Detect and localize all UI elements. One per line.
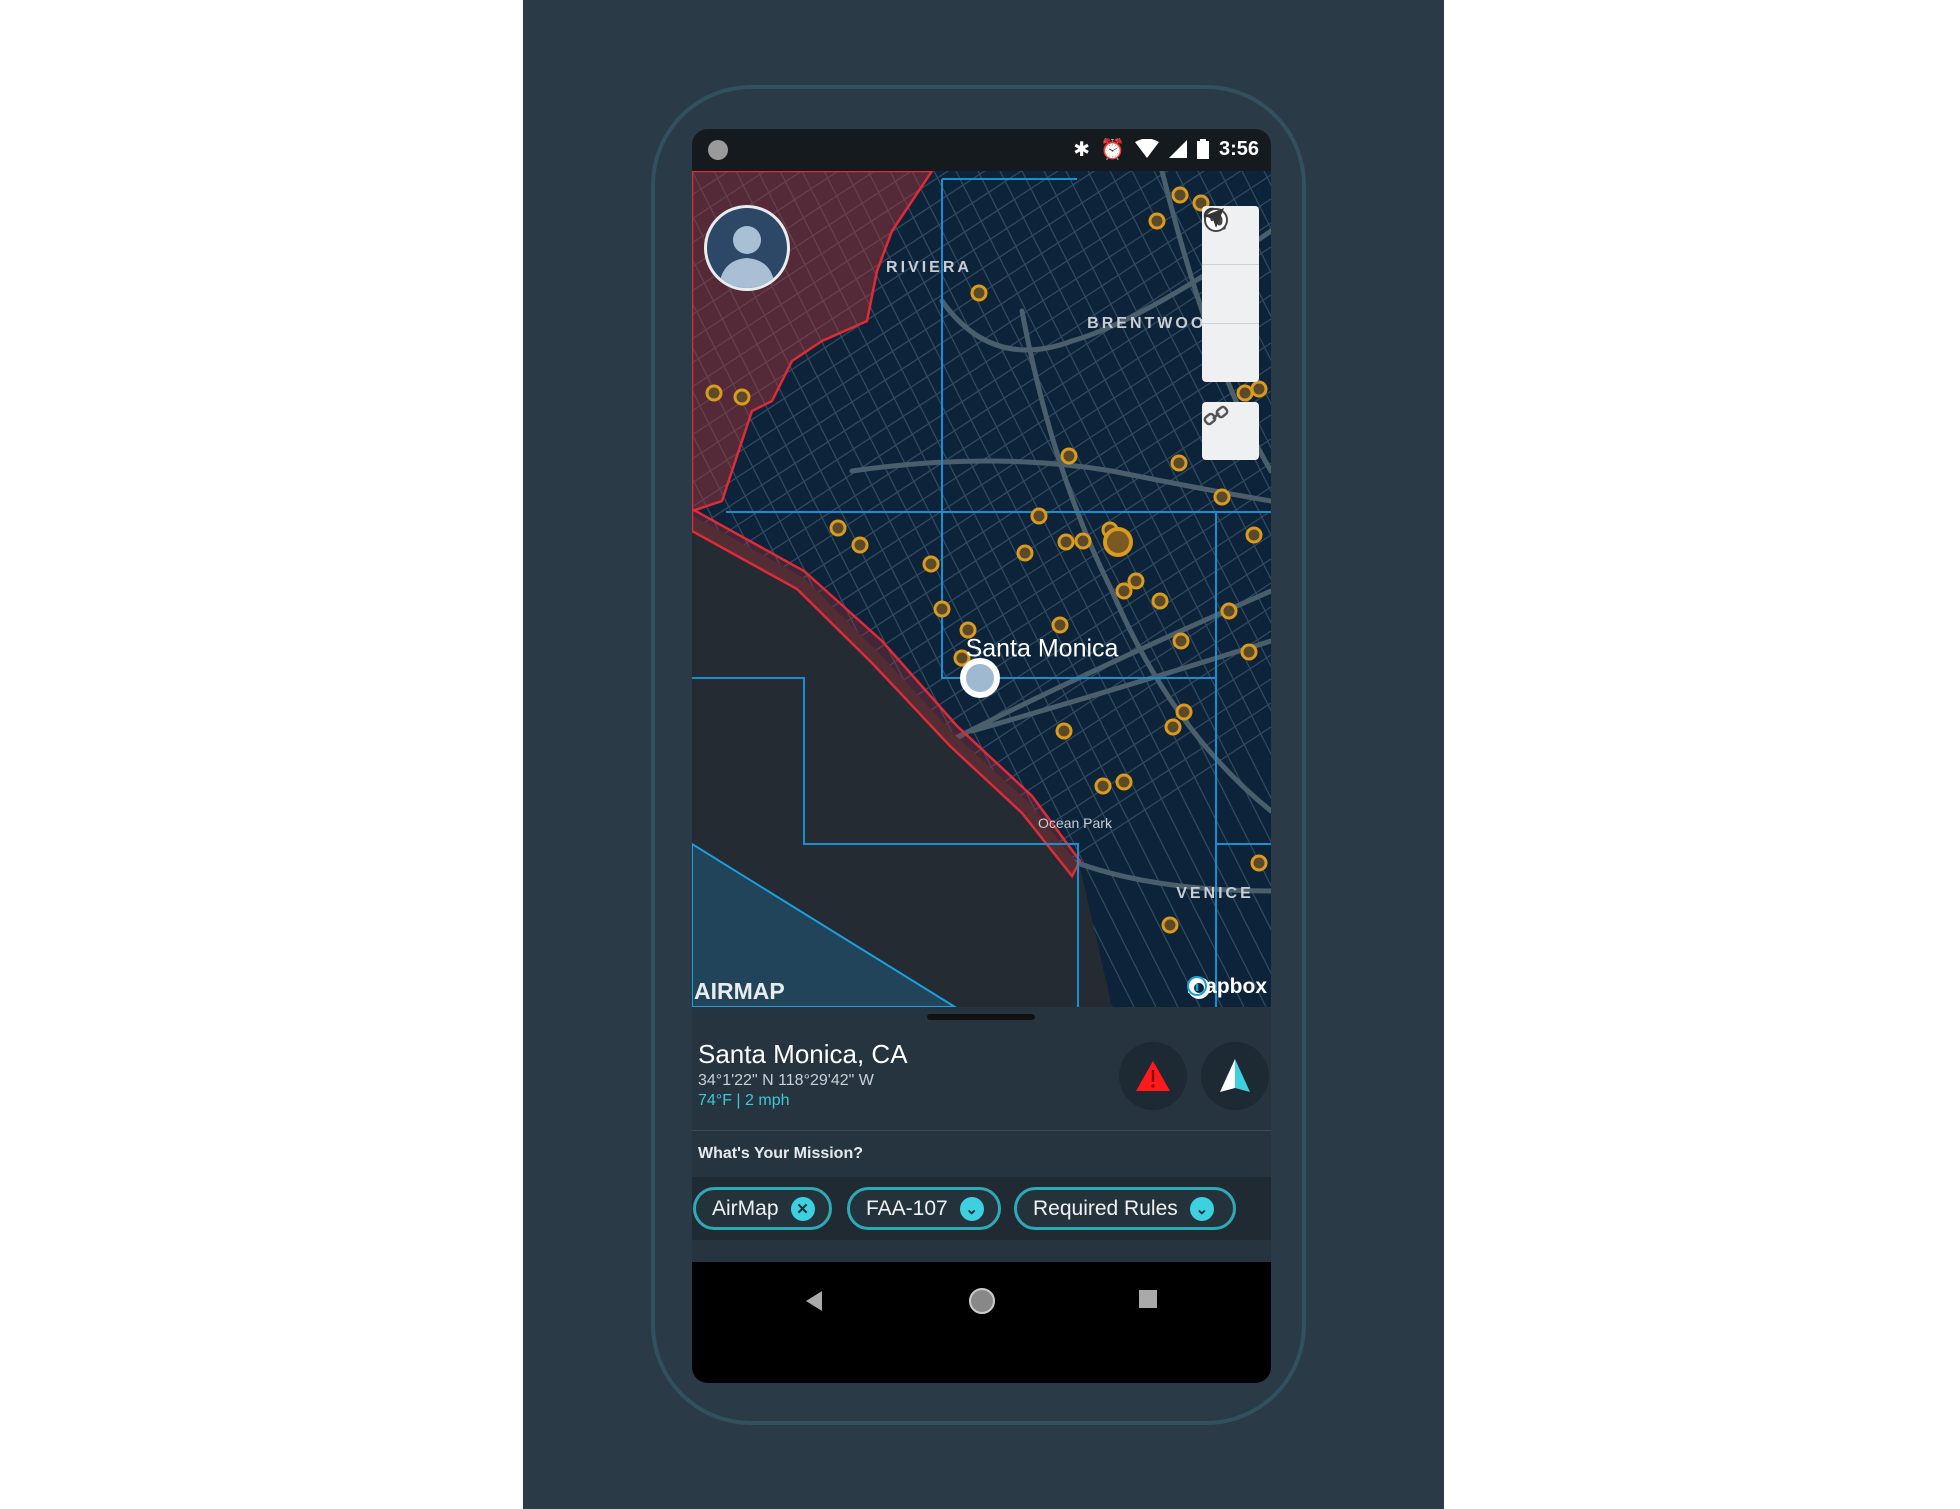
airport-marker [1030, 507, 1048, 525]
airport-marker [733, 388, 751, 406]
map-label-venice: VENICE [1176, 885, 1254, 902]
chip-required-rules[interactable]: Required Rules ⌄ [1014, 1187, 1236, 1230]
location-info: Santa Monica, CA 34°1'22" N 118°29'42" W… [698, 1039, 908, 1110]
airport-marker [933, 600, 951, 618]
wifi-icon [1134, 139, 1159, 158]
user-silhouette-icon [719, 226, 775, 288]
link-icon [1203, 405, 1229, 426]
airport-marker [1175, 703, 1193, 721]
status-bar: ✱ ⏰ 3:56 [692, 129, 1271, 171]
airport-marker [1115, 582, 1133, 600]
map-canvas [692, 171, 1271, 1007]
camera-icon [708, 140, 728, 160]
close-icon[interactable]: ✕ [790, 1196, 815, 1221]
back-icon[interactable] [804, 1290, 824, 1312]
bluetooth-icon: ✱ [1073, 137, 1091, 161]
airport-marker [1250, 854, 1268, 872]
location-arrow-icon [1204, 208, 1224, 228]
ruleset-chips: AirMap ✕ FAA-107 ⌄ Required Rules ⌄ [692, 1177, 1271, 1240]
airport-marker [851, 536, 869, 554]
link-button[interactable] [1202, 402, 1259, 460]
chip-airmap[interactable]: AirMap ✕ [693, 1187, 832, 1230]
paper-plane-icon [1220, 1059, 1250, 1092]
chip-label: Required Rules [1033, 1196, 1178, 1220]
battery-icon [1196, 139, 1209, 159]
drag-handle[interactable] [927, 1014, 1035, 1020]
airport-marker [1060, 447, 1078, 465]
airport-marker [1213, 488, 1231, 506]
airmap-logo: AIRMAP [694, 978, 785, 1004]
airport-marker [1236, 384, 1254, 402]
clock: 3:56 [1218, 137, 1259, 160]
info-icon[interactable] [1186, 975, 1208, 997]
airport-marker [1057, 533, 1075, 551]
my-location-button[interactable] [1202, 208, 1259, 382]
recents-icon[interactable] [1138, 1289, 1158, 1309]
android-nav-bar [692, 1262, 1271, 1383]
signal-icon [1168, 140, 1187, 158]
user-location-dot [960, 658, 1000, 698]
map-label-ocean-park: Ocean Park [1038, 815, 1112, 831]
mission-label: What's Your Mission? [698, 1145, 863, 1162]
map-style-button[interactable] [1202, 208, 1259, 324]
airport-marker [1148, 212, 1166, 230]
profile-avatar-button[interactable] [704, 205, 790, 291]
weather-info: 74°F | 2 mph [698, 1092, 790, 1109]
chip-label: FAA-107 [866, 1196, 948, 1220]
location-title: Santa Monica, CA [698, 1039, 908, 1069]
airport-marker [1016, 544, 1034, 562]
map-view[interactable]: RIVIERA BRENTWOOD Santa Monica Ocean Par… [692, 171, 1271, 1007]
fly-button[interactable] [1201, 1042, 1269, 1110]
chip-label: AirMap [712, 1196, 779, 1220]
airport-marker [1172, 632, 1190, 650]
chip-faa-107[interactable]: FAA-107 ⌄ [847, 1187, 1001, 1230]
chevron-down-icon: ⌄ [1189, 1196, 1214, 1221]
boundary-line [941, 179, 1216, 679]
map-controls [1202, 206, 1259, 382]
airport-marker [1240, 643, 1258, 661]
airport-marker [1055, 722, 1073, 740]
airport-marker [1115, 773, 1133, 791]
airport-marker [1074, 532, 1092, 550]
mapbox-attribution[interactable]: mapbox [1186, 975, 1267, 999]
airport-marker [1245, 526, 1263, 544]
airport-marker [829, 519, 847, 537]
map-label-riviera: RIVIERA [886, 259, 972, 276]
advisories-button[interactable] [1119, 1042, 1187, 1110]
airport-marker [1164, 718, 1182, 736]
airport-marker [705, 384, 723, 402]
home-icon[interactable] [968, 1287, 996, 1315]
airport-marker [922, 555, 940, 573]
airport-marker [1103, 527, 1133, 557]
airport-marker [1051, 616, 1069, 634]
chevron-down-icon: ⌄ [959, 1196, 984, 1221]
airport-marker [1250, 380, 1268, 398]
airport-marker [970, 284, 988, 302]
location-coordinates: 34°1'22" N 118°29'42" W [698, 1072, 874, 1089]
alarm-icon: ⏰ [1100, 137, 1125, 161]
airport-marker [1171, 186, 1189, 204]
map-label-brentwood: BRENTWOOD [1087, 315, 1221, 332]
map-label-santa-monica: Santa Monica [965, 634, 1119, 663]
airport-marker [1170, 454, 1188, 472]
airport-marker [1094, 777, 1112, 795]
airport-marker [1161, 916, 1179, 934]
phone-screen: ✱ ⏰ 3:56 RIVIERA BRENTWOOD Santa Monica … [692, 129, 1271, 1383]
warning-icon [1136, 1061, 1170, 1091]
airport-marker [1127, 572, 1145, 590]
airport-marker [1220, 602, 1238, 620]
airport-marker [1151, 592, 1169, 610]
divider [692, 1130, 1271, 1131]
